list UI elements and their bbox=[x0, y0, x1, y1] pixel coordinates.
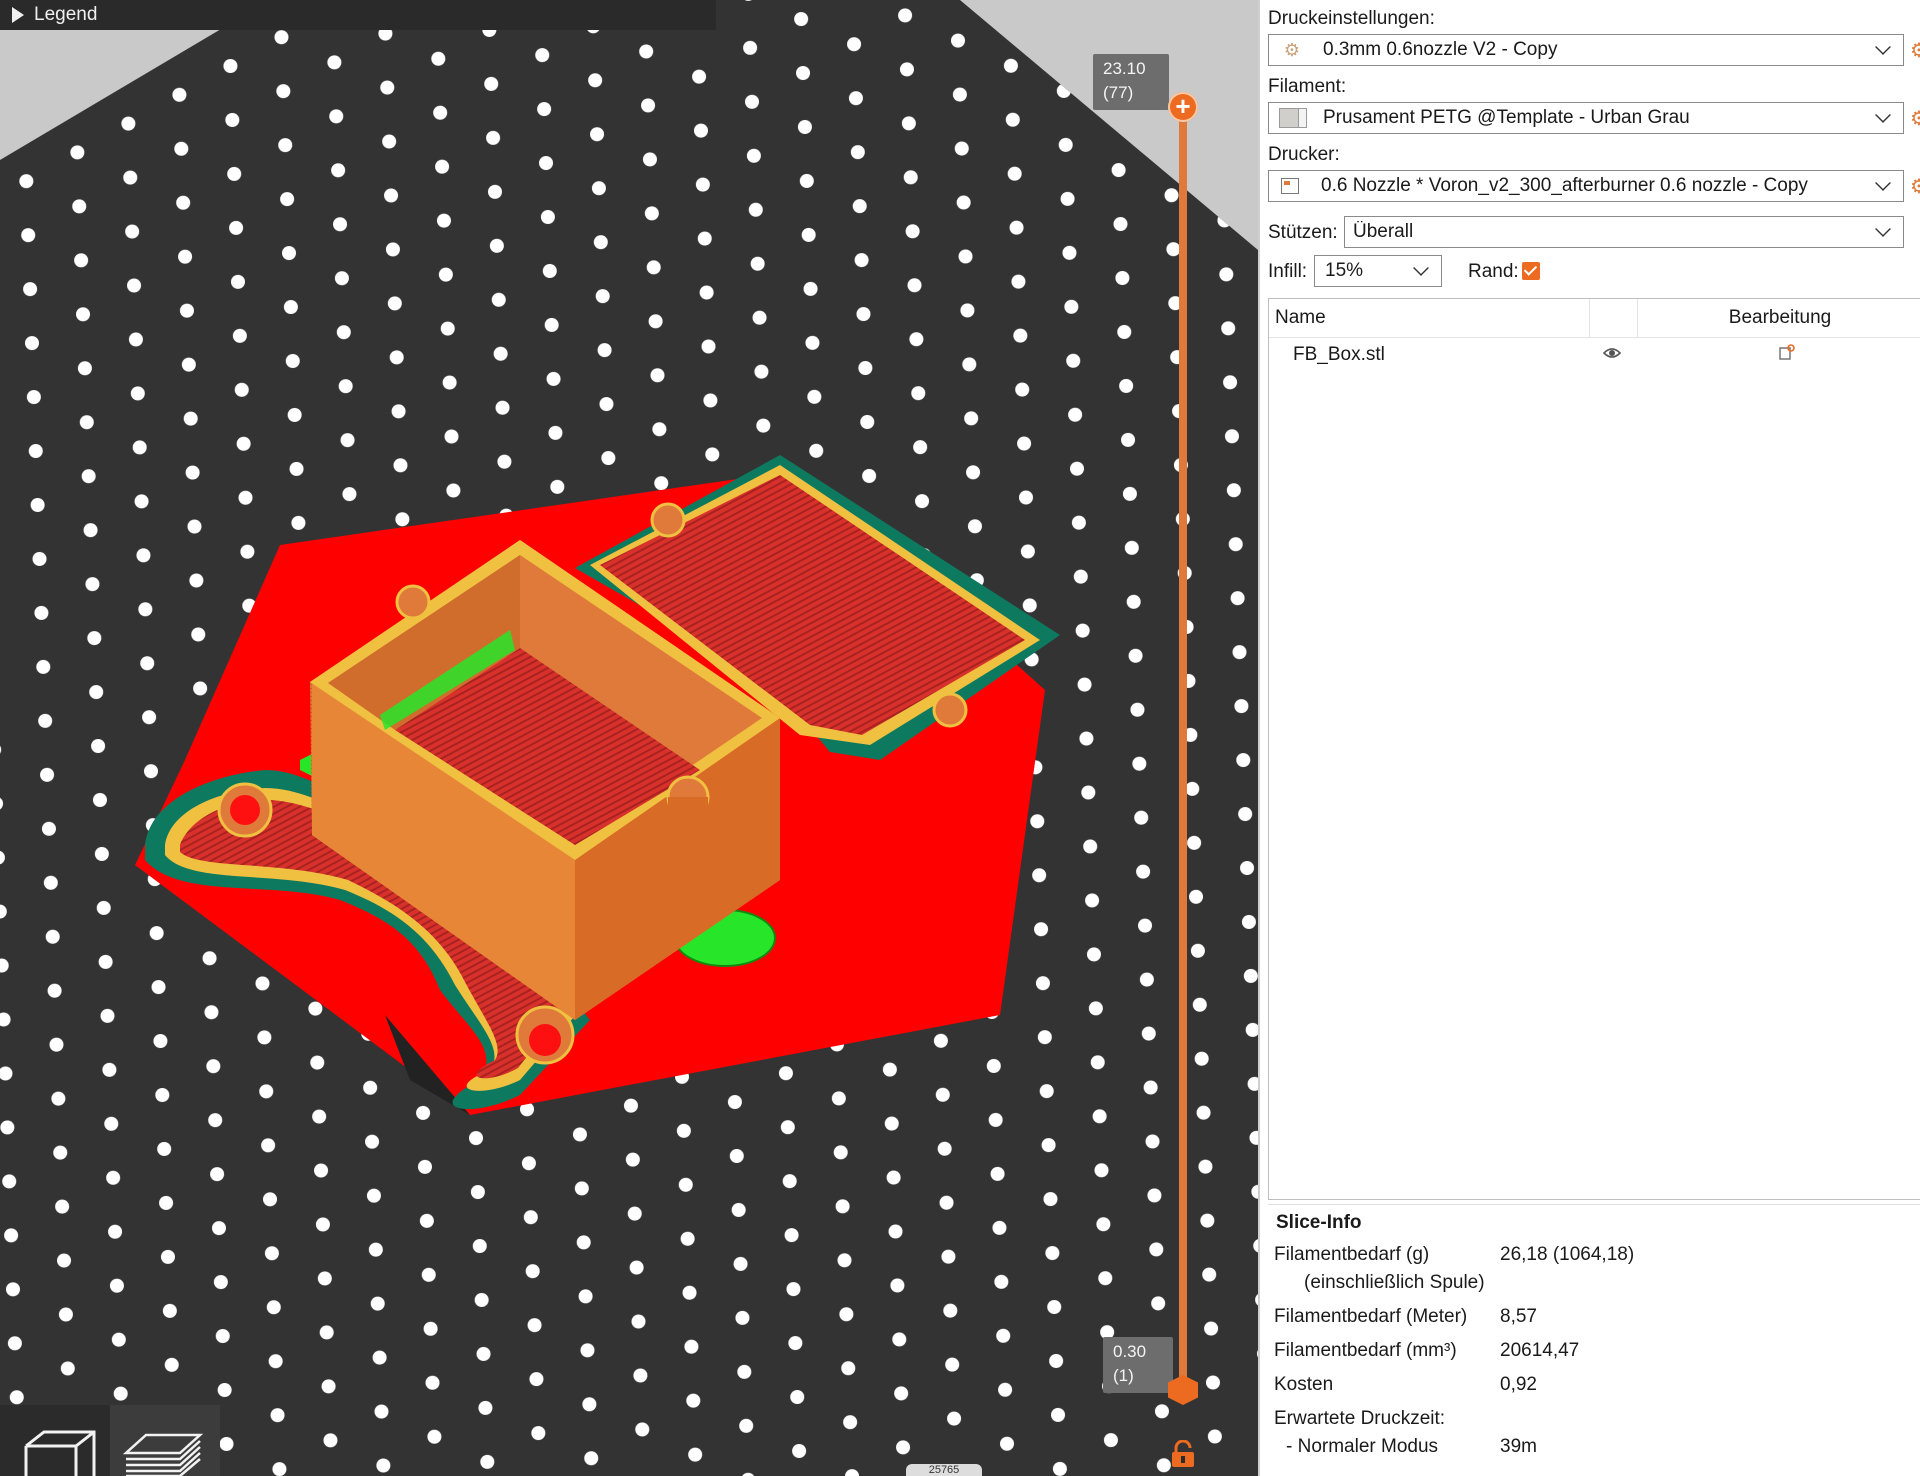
supports-label: Stützen: bbox=[1268, 222, 1338, 243]
divider bbox=[1268, 1204, 1920, 1205]
filament-combo[interactable]: Prusament PETG @Template - Urban Grau bbox=[1268, 102, 1904, 134]
chevron-down-icon bbox=[1413, 260, 1429, 276]
edit-object-icon[interactable] bbox=[1779, 344, 1795, 360]
preview-layers-button[interactable] bbox=[110, 1405, 220, 1476]
filament-length-label: Filamentbedarf (Meter) bbox=[1274, 1306, 1468, 1327]
printer-combo[interactable]: 0.6 Nozzle * Voron_v2_300_afterburner 0.… bbox=[1268, 170, 1904, 202]
slice-info-title: Slice-Info bbox=[1276, 1212, 1362, 1233]
chevron-down-icon bbox=[1875, 107, 1891, 123]
move-counter: 25765 bbox=[906, 1464, 982, 1476]
infill-label: Infill: bbox=[1268, 261, 1308, 282]
layer-bottom-label: 0.30 (1) bbox=[1103, 1337, 1173, 1393]
column-name-header[interactable]: Name bbox=[1275, 307, 1326, 329]
layer-top-index: (77) bbox=[1103, 83, 1134, 102]
brim-label: Rand: bbox=[1468, 261, 1519, 282]
edit-preset-gear-icon[interactable]: ⚙ bbox=[1910, 38, 1920, 64]
supports-value: Überall bbox=[1353, 221, 1414, 242]
layer-bottom-height: 0.30 bbox=[1113, 1342, 1147, 1361]
filament-volume-label: Filamentbedarf (mm³) bbox=[1274, 1340, 1457, 1361]
print-settings-label: Druckeinstellungen: bbox=[1268, 8, 1435, 29]
edit-filament-gear-icon[interactable]: ⚙ bbox=[1910, 106, 1920, 132]
filament-weight-sublabel: (einschließlich Spule) bbox=[1304, 1272, 1485, 1293]
print-settings-combo[interactable]: ⚙ 0.3mm 0.6nozzle V2 - Copy bbox=[1268, 34, 1904, 66]
object-list-header: Name Bearbeitung bbox=[1269, 299, 1920, 338]
filament-label: Filament: bbox=[1268, 76, 1347, 97]
legend-bar[interactable]: Legend bbox=[0, 0, 716, 30]
chevron-down-icon bbox=[1875, 39, 1891, 55]
unlock-icon[interactable] bbox=[1170, 1440, 1196, 1468]
infill-combo[interactable]: 15% bbox=[1314, 255, 1442, 287]
slice-info-panel: Slice-Info Filamentbedarf (g) (einschlie… bbox=[1260, 1210, 1920, 1476]
print-preview-scene[interactable] bbox=[0, 0, 1258, 1476]
3d-view-cube-icon[interactable] bbox=[20, 1426, 100, 1476]
printer-value: 0.6 Nozzle * Voron_v2_300_afterburner 0.… bbox=[1321, 175, 1808, 196]
normal-mode-label: - Normaler Modus bbox=[1286, 1436, 1439, 1457]
layer-slider-top-thumb[interactable]: + bbox=[1168, 92, 1198, 122]
filament-weight-value: 26,18 (1064,18) bbox=[1500, 1244, 1635, 1265]
brim-checkbox[interactable] bbox=[1522, 262, 1540, 280]
chevron-down-icon bbox=[1875, 175, 1891, 191]
layer-bottom-index: (1) bbox=[1113, 1366, 1134, 1385]
filament-value: Prusament PETG @Template - Urban Grau bbox=[1323, 107, 1690, 128]
edit-printer-gear-icon[interactable]: ⚙ bbox=[1910, 174, 1920, 200]
layer-slider-track[interactable] bbox=[1179, 104, 1187, 1392]
column-divider bbox=[1589, 299, 1590, 337]
filament-color-icon bbox=[1279, 108, 1307, 128]
cost-label: Kosten bbox=[1274, 1374, 1334, 1395]
layer-top-height: 23.10 bbox=[1103, 59, 1146, 78]
printer-icon bbox=[1281, 178, 1299, 194]
expand-triangle-icon[interactable] bbox=[12, 7, 24, 23]
layer-top-label: 23.10 (77) bbox=[1093, 54, 1169, 110]
list-item[interactable]: FB_Box.stl bbox=[1269, 338, 1920, 372]
settings-sidebar: Druckeinstellungen: ⚙ 0.3mm 0.6nozzle V2… bbox=[1258, 0, 1920, 1476]
chevron-down-icon bbox=[1875, 221, 1891, 237]
object-name: FB_Box.stl bbox=[1293, 344, 1385, 365]
filament-volume-value: 20614,47 bbox=[1500, 1340, 1580, 1361]
column-edit-header[interactable]: Bearbeitung bbox=[1637, 307, 1920, 329]
print-time-label: Erwartete Druckzeit: bbox=[1274, 1408, 1446, 1429]
infill-value: 15% bbox=[1325, 260, 1364, 281]
legend-label: Legend bbox=[34, 4, 98, 25]
filament-weight-label: Filamentbedarf (g) bbox=[1274, 1244, 1430, 1265]
gear-icon: ⚙ bbox=[1283, 39, 1301, 60]
normal-mode-value: 39m bbox=[1500, 1436, 1537, 1457]
object-list[interactable]: Name Bearbeitung FB_Box.stl bbox=[1268, 298, 1920, 1200]
3d-preview-viewport[interactable]: Legend 23.10 (77) 0.30 (1) + 25765 bbox=[0, 0, 1258, 1476]
cost-value: 0,92 bbox=[1500, 1374, 1537, 1395]
eye-icon[interactable] bbox=[1603, 346, 1621, 360]
supports-combo[interactable]: Überall bbox=[1344, 216, 1904, 248]
printer-label: Drucker: bbox=[1268, 144, 1340, 165]
print-settings-value: 0.3mm 0.6nozzle V2 - Copy bbox=[1323, 39, 1558, 60]
filament-length-value: 8,57 bbox=[1500, 1306, 1537, 1327]
layers-stack-icon bbox=[122, 1433, 204, 1476]
